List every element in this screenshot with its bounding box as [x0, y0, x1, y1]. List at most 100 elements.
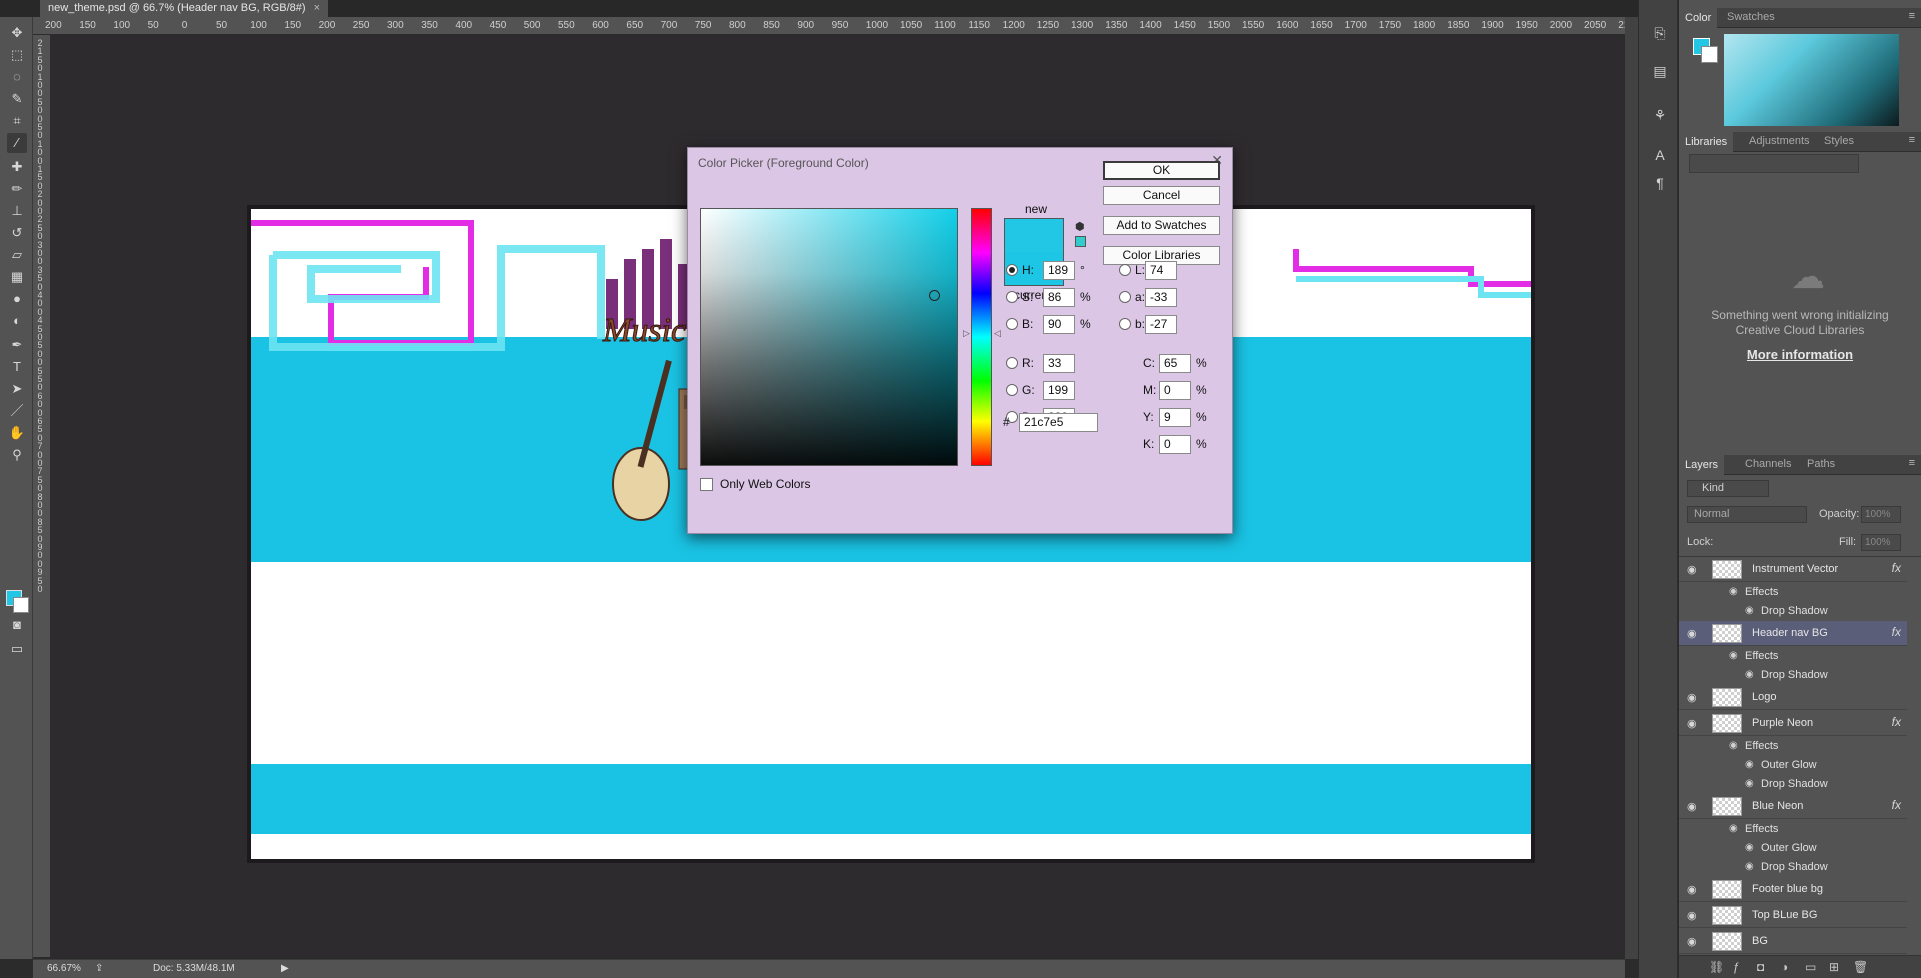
visibility-eye-icon[interactable]: ◉ [1687, 691, 1697, 704]
layer-name[interactable]: Top BLue BG [1752, 909, 1817, 921]
blend-mode-select[interactable]: Normal [1687, 506, 1807, 523]
properties-panel-icon[interactable]: ▤ [1649, 60, 1671, 82]
tab-libraries[interactable]: Libraries [1679, 132, 1734, 152]
effect-eye-icon[interactable]: ◉ [1745, 778, 1754, 789]
lab-input[interactable]: 74 [1145, 261, 1177, 280]
history-panel-icon[interactable]: ⎘ [1649, 22, 1671, 44]
quick-select-tool-icon[interactable]: ✎ [7, 89, 27, 109]
layer-thumbnail[interactable] [1712, 906, 1742, 925]
gradient-tool-icon[interactable]: ▦ [7, 267, 27, 287]
vertical-scrollbar[interactable] [1625, 17, 1638, 959]
effects-row[interactable]: ◉ Effects [1679, 737, 1907, 756]
layer-thumbnail[interactable] [1712, 714, 1742, 733]
new-layer-icon[interactable]: ⊞ [1829, 960, 1839, 974]
layer-thumbnail[interactable] [1712, 932, 1742, 951]
effect-eye-icon[interactable]: ◉ [1729, 740, 1738, 751]
document-tab[interactable]: new_theme.psd @ 66.7% (Header nav BG, RG… [40, 0, 329, 17]
lab-input[interactable]: -27 [1145, 315, 1177, 334]
layer-row[interactable]: ◉ Instrument Vector fx [1679, 557, 1907, 582]
tab-color[interactable]: Color [1679, 8, 1718, 28]
path-select-tool-icon[interactable]: ➤ [7, 379, 27, 399]
effect-row[interactable]: ◉ Drop Shadow [1679, 602, 1907, 621]
move-tool-icon[interactable]: ✥ [7, 23, 27, 43]
layer-list[interactable]: ◉ Instrument Vector fx ◉ Effects ◉ Drop Shadow… [1679, 556, 1921, 954]
effect-eye-icon[interactable]: ◉ [1745, 759, 1754, 770]
tab-layers[interactable]: Layers [1679, 455, 1725, 475]
zoom-level[interactable]: 66.67% [47, 963, 81, 974]
fill-input[interactable]: 100% [1861, 534, 1901, 551]
effect-row[interactable]: ◉ Drop Shadow [1679, 775, 1907, 794]
effect-eye-icon[interactable]: ◉ [1745, 669, 1754, 680]
effect-eye-icon[interactable]: ◉ [1729, 650, 1738, 661]
lasso-tool-icon[interactable]: ◌ [7, 67, 27, 87]
visibility-eye-icon[interactable]: ◉ [1687, 717, 1697, 730]
tab-swatches[interactable]: Swatches [1727, 11, 1775, 23]
layer-name[interactable]: Purple Neon [1752, 717, 1813, 729]
blur-tool-icon[interactable]: ● [7, 289, 27, 309]
layer-row[interactable]: ◉ Purple Neon fx [1679, 711, 1907, 736]
effect-row[interactable]: ◉ Outer Glow [1679, 839, 1907, 858]
brush-presets-icon[interactable]: ⚘ [1649, 104, 1671, 126]
color-ramp[interactable] [1724, 34, 1899, 126]
line-tool-icon[interactable]: ／ [7, 401, 27, 421]
layer-thumbnail[interactable] [1712, 624, 1742, 643]
effect-eye-icon[interactable]: ◉ [1745, 861, 1754, 872]
delete-layer-icon[interactable]: 🗑 [1853, 960, 1868, 974]
effect-eye-icon[interactable]: ◉ [1745, 842, 1754, 853]
effects-row[interactable]: ◉ Effects [1679, 647, 1907, 666]
layer-name[interactable]: Blue Neon [1752, 800, 1803, 812]
out-of-gamut-cube-icon[interactable]: ⬢ [1075, 220, 1085, 233]
crop-tool-icon[interactable]: ⌗ [7, 111, 27, 131]
visibility-eye-icon[interactable]: ◉ [1687, 883, 1697, 896]
close-tab-icon[interactable]: × [314, 0, 320, 17]
paragraph-panel-icon[interactable]: ¶ [1649, 172, 1671, 194]
tab-channels[interactable]: Channels [1745, 458, 1791, 470]
marquee-tool-icon[interactable]: ⬚ [7, 45, 27, 65]
layer-row[interactable]: ◉ Header nav BG fx [1679, 621, 1907, 646]
effect-row[interactable]: ◉ Drop Shadow [1679, 666, 1907, 685]
layer-filter-kind[interactable]: Kind [1687, 480, 1769, 497]
color-panel-background[interactable] [1701, 46, 1718, 63]
visibility-eye-icon[interactable]: ◉ [1687, 563, 1697, 576]
add-style-icon[interactable]: ƒ [1733, 960, 1740, 974]
hsb-radio[interactable] [1006, 291, 1018, 303]
status-menu-arrow-icon[interactable]: ▶ [281, 963, 289, 974]
lab-radio[interactable] [1119, 264, 1131, 276]
background-color-swatch[interactable] [13, 597, 29, 613]
hue-slider-left-arrow-icon[interactable]: ▷ [963, 328, 970, 339]
tab-styles[interactable]: Styles [1824, 135, 1854, 147]
hsb-radio[interactable] [1006, 318, 1018, 330]
layer-name[interactable]: Logo [1752, 691, 1776, 703]
healing-brush-tool-icon[interactable]: ✚ [7, 157, 27, 177]
panel-menu-icon[interactable]: ≡ [1909, 10, 1915, 22]
tab-adjustments[interactable]: Adjustments [1749, 135, 1810, 147]
link-layers-icon[interactable]: ⛓ [1709, 960, 1724, 974]
layer-effects-icon[interactable]: fx [1892, 798, 1901, 812]
effect-row[interactable]: ◉ Outer Glow [1679, 756, 1907, 775]
only-web-colors-checkbox[interactable] [700, 478, 713, 491]
visibility-eye-icon[interactable]: ◉ [1687, 800, 1697, 813]
layer-name[interactable]: Header nav BG [1752, 627, 1828, 639]
layer-thumbnail[interactable] [1712, 688, 1742, 707]
rgb-radio[interactable] [1006, 357, 1018, 369]
layer-thumbnail[interactable] [1712, 560, 1742, 579]
library-dropdown[interactable] [1689, 154, 1859, 173]
dodge-tool-icon[interactable]: ◐ [7, 311, 27, 331]
visibility-eye-icon[interactable]: ◉ [1687, 909, 1697, 922]
effects-row[interactable]: ◉ Effects [1679, 820, 1907, 839]
rgb-input[interactable]: 199 [1043, 381, 1075, 400]
clone-stamp-tool-icon[interactable]: ⊥ [7, 201, 27, 221]
effect-eye-icon[interactable]: ◉ [1729, 586, 1738, 597]
visibility-eye-icon[interactable]: ◉ [1687, 935, 1697, 948]
hsb-input[interactable]: 189 [1043, 261, 1075, 280]
hex-input[interactable]: 21c7e5 [1019, 413, 1098, 432]
effect-eye-icon[interactable]: ◉ [1745, 605, 1754, 616]
layer-row[interactable]: ◉ BG [1679, 929, 1907, 954]
horizontal-ruler[interactable]: 200 150 100 50 0 50 100 150 200 250 300 350 400 450 50… [33, 17, 1675, 35]
share-icon[interactable]: ⇪ [95, 963, 103, 974]
more-information-link[interactable]: More information [1679, 347, 1921, 362]
history-brush-tool-icon[interactable]: ↺ [7, 223, 27, 243]
cmyk-input[interactable]: 0 [1159, 381, 1191, 400]
add-mask-icon[interactable]: ◘ [1757, 960, 1764, 974]
layer-name[interactable]: BG [1752, 935, 1768, 947]
